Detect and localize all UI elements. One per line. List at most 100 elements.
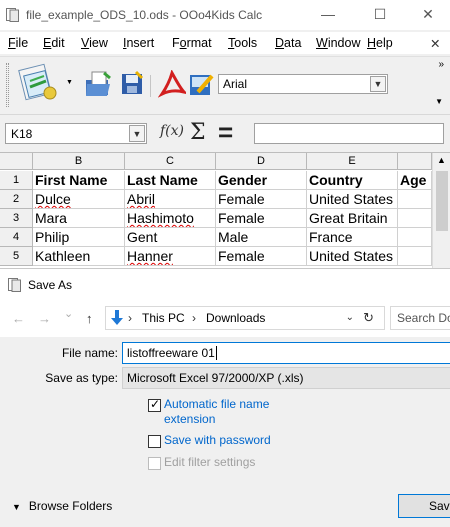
table-cell[interactable]: Dulce xyxy=(33,190,125,209)
new-document-icon[interactable] xyxy=(16,63,60,103)
spreadsheet-grid: B C D E 1 First Name Last Name Gender Co… xyxy=(0,152,450,268)
chevron-down-icon[interactable]: ▼ xyxy=(370,76,386,92)
menu-insert[interactable]: Insert xyxy=(123,36,154,50)
calc-app-icon xyxy=(6,8,19,22)
table-cell[interactable]: First Name xyxy=(33,171,125,190)
scroll-thumb[interactable] xyxy=(436,171,448,231)
table-cell[interactable]: Country xyxy=(307,171,398,190)
document-close-icon[interactable]: ✕ xyxy=(430,36,440,51)
table-cell[interactable] xyxy=(398,209,432,228)
table-cell[interactable] xyxy=(398,247,432,266)
menu-data[interactable]: Data xyxy=(275,36,301,50)
menu-tools[interactable]: Tools xyxy=(228,36,257,50)
refresh-icon[interactable]: ↻ xyxy=(363,310,374,326)
column-header-e[interactable]: E xyxy=(307,153,398,170)
dialog-footer: ▼ Browse Folders Save xyxy=(0,487,450,527)
toolbar-separator xyxy=(150,75,151,97)
table-cell[interactable]: Female xyxy=(216,247,307,266)
forward-arrow-icon[interactable]: → xyxy=(38,311,51,326)
file-name-field[interactable]: listoffreeware 01 xyxy=(122,342,450,364)
table-cell[interactable]: Abril xyxy=(125,190,216,209)
cell-text: Hashimoto xyxy=(127,210,194,226)
menu-window[interactable]: Window xyxy=(316,36,360,50)
menu-help[interactable]: Help xyxy=(367,36,393,50)
back-arrow-icon[interactable]: ← xyxy=(12,311,25,326)
open-folder-icon[interactable] xyxy=(84,70,112,98)
breadcrumb-separator: › xyxy=(128,311,132,325)
table-cell[interactable]: Last Name xyxy=(125,171,216,190)
table-cell[interactable]: Gent xyxy=(125,228,216,247)
table-cell[interactable]: France xyxy=(307,228,398,247)
breadcrumb-this-pc[interactable]: This PC xyxy=(142,311,185,325)
table-cell[interactable]: Great Britain xyxy=(307,209,398,228)
row-header[interactable]: 3 xyxy=(0,209,33,228)
download-arrow-icon xyxy=(111,310,123,325)
minimize-button[interactable]: — xyxy=(318,6,338,22)
up-arrow-icon[interactable]: ↑ xyxy=(86,311,93,326)
function-wizard-icon[interactable]: f(x) xyxy=(160,123,184,139)
browse-folders-toggle[interactable]: ▼ Browse Folders xyxy=(12,499,112,513)
table-cell[interactable]: Philip xyxy=(33,228,125,247)
table-cell[interactable] xyxy=(398,228,432,247)
table-cell[interactable]: Kathleen xyxy=(33,247,125,266)
toolbar-grip[interactable] xyxy=(6,63,9,107)
maximize-button[interactable]: ☐ xyxy=(370,6,390,23)
file-name-value: listoffreeware 01 xyxy=(127,346,215,360)
toolbar-expand-icon[interactable]: ▼ xyxy=(435,97,443,106)
row-header[interactable]: 4 xyxy=(0,228,33,247)
automatic-extension-checkbox[interactable]: ✓ xyxy=(148,397,161,412)
font-name-select[interactable]: Arial ▼ xyxy=(218,74,388,94)
navigation-bar: ← → ⌄ ↑ › This PC › Downloads ⌄ ↻ Search… xyxy=(0,301,450,335)
row-header[interactable]: 1 xyxy=(0,171,33,190)
save-type-label: Save as type: xyxy=(45,371,118,385)
column-header-b[interactable]: B xyxy=(33,153,125,170)
row-header[interactable]: 2 xyxy=(0,190,33,209)
menu-view[interactable]: View xyxy=(81,36,108,50)
save-with-password-label[interactable]: Save with password xyxy=(164,433,271,447)
table-cell[interactable]: Female xyxy=(216,190,307,209)
save-type-select[interactable]: Microsoft Excel 97/2000/XP (.xls) xyxy=(122,367,450,389)
recent-locations-icon[interactable]: ⌄ xyxy=(64,307,73,320)
menu-format[interactable]: Format xyxy=(172,36,212,50)
chevron-down-icon[interactable]: ▼ xyxy=(129,125,145,142)
export-pdf-icon[interactable] xyxy=(158,70,186,98)
table-cell[interactable]: Hashimoto xyxy=(125,209,216,228)
column-header-c[interactable]: C xyxy=(125,153,216,170)
save-icon[interactable] xyxy=(118,70,146,98)
table-cell[interactable] xyxy=(398,190,432,209)
table-cell[interactable]: Mara xyxy=(33,209,125,228)
row-header[interactable]: 5 xyxy=(0,247,33,266)
breadcrumb-downloads[interactable]: Downloads xyxy=(206,311,265,325)
vertical-scrollbar[interactable]: ▲ xyxy=(432,153,450,268)
chevron-down-icon[interactable]: ⌄ xyxy=(346,312,354,323)
column-header-f[interactable] xyxy=(398,153,432,170)
table-cell[interactable]: Gender xyxy=(216,171,307,190)
table-cell[interactable]: Hanner xyxy=(125,247,216,266)
column-header-d[interactable]: D xyxy=(216,153,307,170)
sum-icon[interactable]: Σ xyxy=(190,120,206,145)
save-with-password-checkbox[interactable] xyxy=(148,435,161,448)
menu-edit[interactable]: Edit xyxy=(43,36,65,50)
edit-file-icon[interactable] xyxy=(188,70,216,98)
name-box[interactable]: K18 ▼ xyxy=(5,123,147,144)
save-button[interactable]: Save xyxy=(398,494,450,518)
close-button[interactable]: ✕ xyxy=(418,6,438,23)
new-dropdown-icon[interactable]: ▼ xyxy=(66,79,73,86)
table-cell[interactable]: Male xyxy=(216,228,307,247)
text-caret xyxy=(215,346,217,360)
table-cell[interactable]: United States xyxy=(307,190,398,209)
font-name-value: Arial xyxy=(223,77,248,91)
menu-file[interactable]: File xyxy=(8,36,28,50)
table-cell[interactable]: Female xyxy=(216,209,307,228)
formula-icon[interactable]: = xyxy=(218,117,233,148)
table-cell[interactable]: United States xyxy=(307,247,398,266)
table-cell[interactable]: Age xyxy=(398,171,432,190)
scroll-up-icon[interactable]: ▲ xyxy=(437,155,446,165)
automatic-extension-label[interactable]: Automatic file name extension xyxy=(164,397,284,427)
toolbar-overflow-icon[interactable]: » xyxy=(438,59,444,70)
calc-title-bar: file_example_ODS_10.ods - OOo4Kids Calc … xyxy=(0,0,450,30)
address-bar[interactable]: › This PC › Downloads ⌄ ↻ xyxy=(105,306,385,330)
formula-input[interactable] xyxy=(254,123,444,144)
search-input[interactable]: Search Do xyxy=(390,306,450,330)
select-all-corner[interactable] xyxy=(0,153,33,170)
